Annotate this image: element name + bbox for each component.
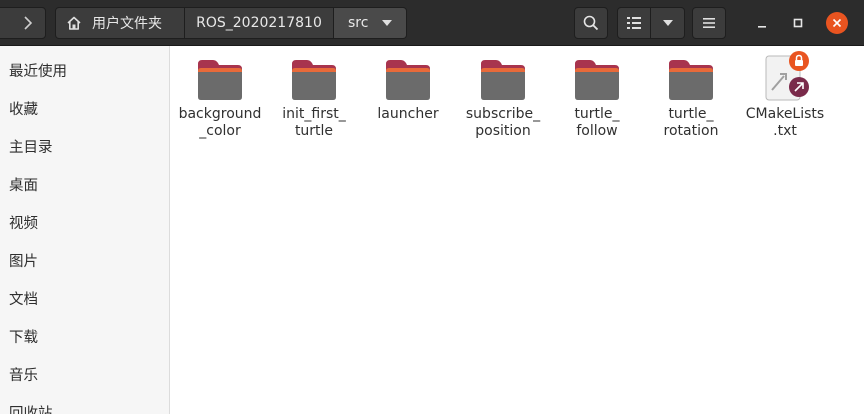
sidebar-item-label: 桌面 (9, 177, 38, 194)
file-name: turtle_ follow (574, 106, 620, 139)
header-bar: 用户文件夹 ROS_2020217810 src (0, 0, 864, 46)
file-name: turtle_ rotation (663, 106, 719, 139)
sidebar-item-videos[interactable]: 视频 (0, 203, 169, 241)
sidebar-item-home[interactable]: 主目录 (0, 127, 169, 165)
file-name: background _color (178, 106, 262, 139)
folder-icon (669, 60, 713, 100)
folder-icon (386, 60, 430, 100)
menu-button[interactable] (692, 7, 726, 39)
list-view-button[interactable] (617, 7, 651, 39)
hamburger-menu-icon (703, 18, 715, 28)
sidebar-item-label: 主目录 (9, 139, 53, 156)
chevron-down-icon[interactable] (382, 20, 393, 26)
breadcrumb-label: 用户文件夹 (92, 16, 162, 32)
breadcrumb-label: src (348, 15, 369, 31)
sidebar-item-trash[interactable]: 回收站 (0, 393, 169, 414)
folder-item[interactable]: launcher (361, 54, 455, 123)
folder-icon (292, 60, 336, 100)
lock-icon (789, 51, 809, 71)
folder-item[interactable]: background _color (173, 54, 267, 140)
view-options-button[interactable] (651, 7, 685, 39)
folder-item[interactable]: init_first_ turtle (267, 54, 361, 140)
file-grid: background _color init_first_ turtle lau… (171, 46, 864, 414)
sidebar-item-recent[interactable]: 最近使用 (0, 51, 169, 89)
breadcrumb: 用户文件夹 ROS_2020217810 src (55, 7, 407, 39)
list-view-icon (627, 17, 641, 29)
sidebar: 最近使用 收藏 主目录 桌面 视频 图片 文档 下载 音乐 回收站 (0, 46, 170, 414)
sidebar-item-label: 下载 (9, 329, 38, 346)
sidebar-item-label: 最近使用 (9, 63, 67, 80)
close-button[interactable] (826, 12, 848, 34)
sidebar-item-documents[interactable]: 文档 (0, 279, 169, 317)
sidebar-item-pictures[interactable]: 图片 (0, 241, 169, 279)
maximize-button[interactable] (787, 12, 809, 34)
breadcrumb-home[interactable]: 用户文件夹 (55, 7, 185, 39)
chevron-right-icon (24, 16, 32, 30)
folder-item[interactable]: turtle_ rotation (644, 54, 738, 140)
breadcrumb-ros-folder[interactable]: ROS_2020217810 (185, 7, 334, 39)
search-icon (583, 15, 599, 31)
folder-item[interactable]: turtle_ follow (550, 54, 644, 140)
maximize-icon (793, 18, 803, 28)
chevron-down-icon (662, 20, 673, 26)
file-manager-window: 用户文件夹 ROS_2020217810 src 最近使用 收藏 主目录 桌面 … (0, 0, 864, 414)
search-button[interactable] (574, 7, 608, 39)
file-name: launcher (377, 106, 439, 122)
text-file-icon (760, 51, 810, 102)
folder-icon (198, 60, 242, 100)
breadcrumb-src-folder[interactable]: src (334, 7, 407, 39)
sidebar-item-label: 图片 (9, 253, 38, 270)
symlink-arrow-icon (789, 77, 809, 97)
sidebar-item-music[interactable]: 音乐 (0, 355, 169, 393)
breadcrumb-label: ROS_2020217810 (196, 15, 322, 31)
view-toggle-group (617, 7, 685, 39)
sidebar-item-label: 视频 (9, 215, 38, 232)
folder-icon (481, 60, 525, 100)
sidebar-item-starred[interactable]: 收藏 (0, 89, 169, 127)
home-icon (66, 15, 82, 31)
file-name: init_first_ turtle (282, 106, 346, 139)
folder-icon (575, 60, 619, 100)
folder-item[interactable]: subscribe_ position (456, 54, 550, 140)
file-item[interactable]: CMakeLists .txt (738, 51, 832, 140)
sidebar-item-label: 收藏 (9, 101, 38, 118)
minimize-button[interactable] (751, 12, 773, 34)
sidebar-item-downloads[interactable]: 下载 (0, 317, 169, 355)
sidebar-item-label: 文档 (9, 291, 38, 308)
minimize-icon (758, 26, 766, 28)
close-icon (832, 18, 842, 28)
forward-button[interactable] (0, 7, 46, 39)
sidebar-item-label: 音乐 (9, 367, 38, 384)
file-name: subscribe_ position (465, 106, 541, 139)
sidebar-item-label: 回收站 (9, 405, 53, 414)
file-name: CMakeLists .txt (745, 106, 825, 139)
sidebar-item-desktop[interactable]: 桌面 (0, 165, 169, 203)
